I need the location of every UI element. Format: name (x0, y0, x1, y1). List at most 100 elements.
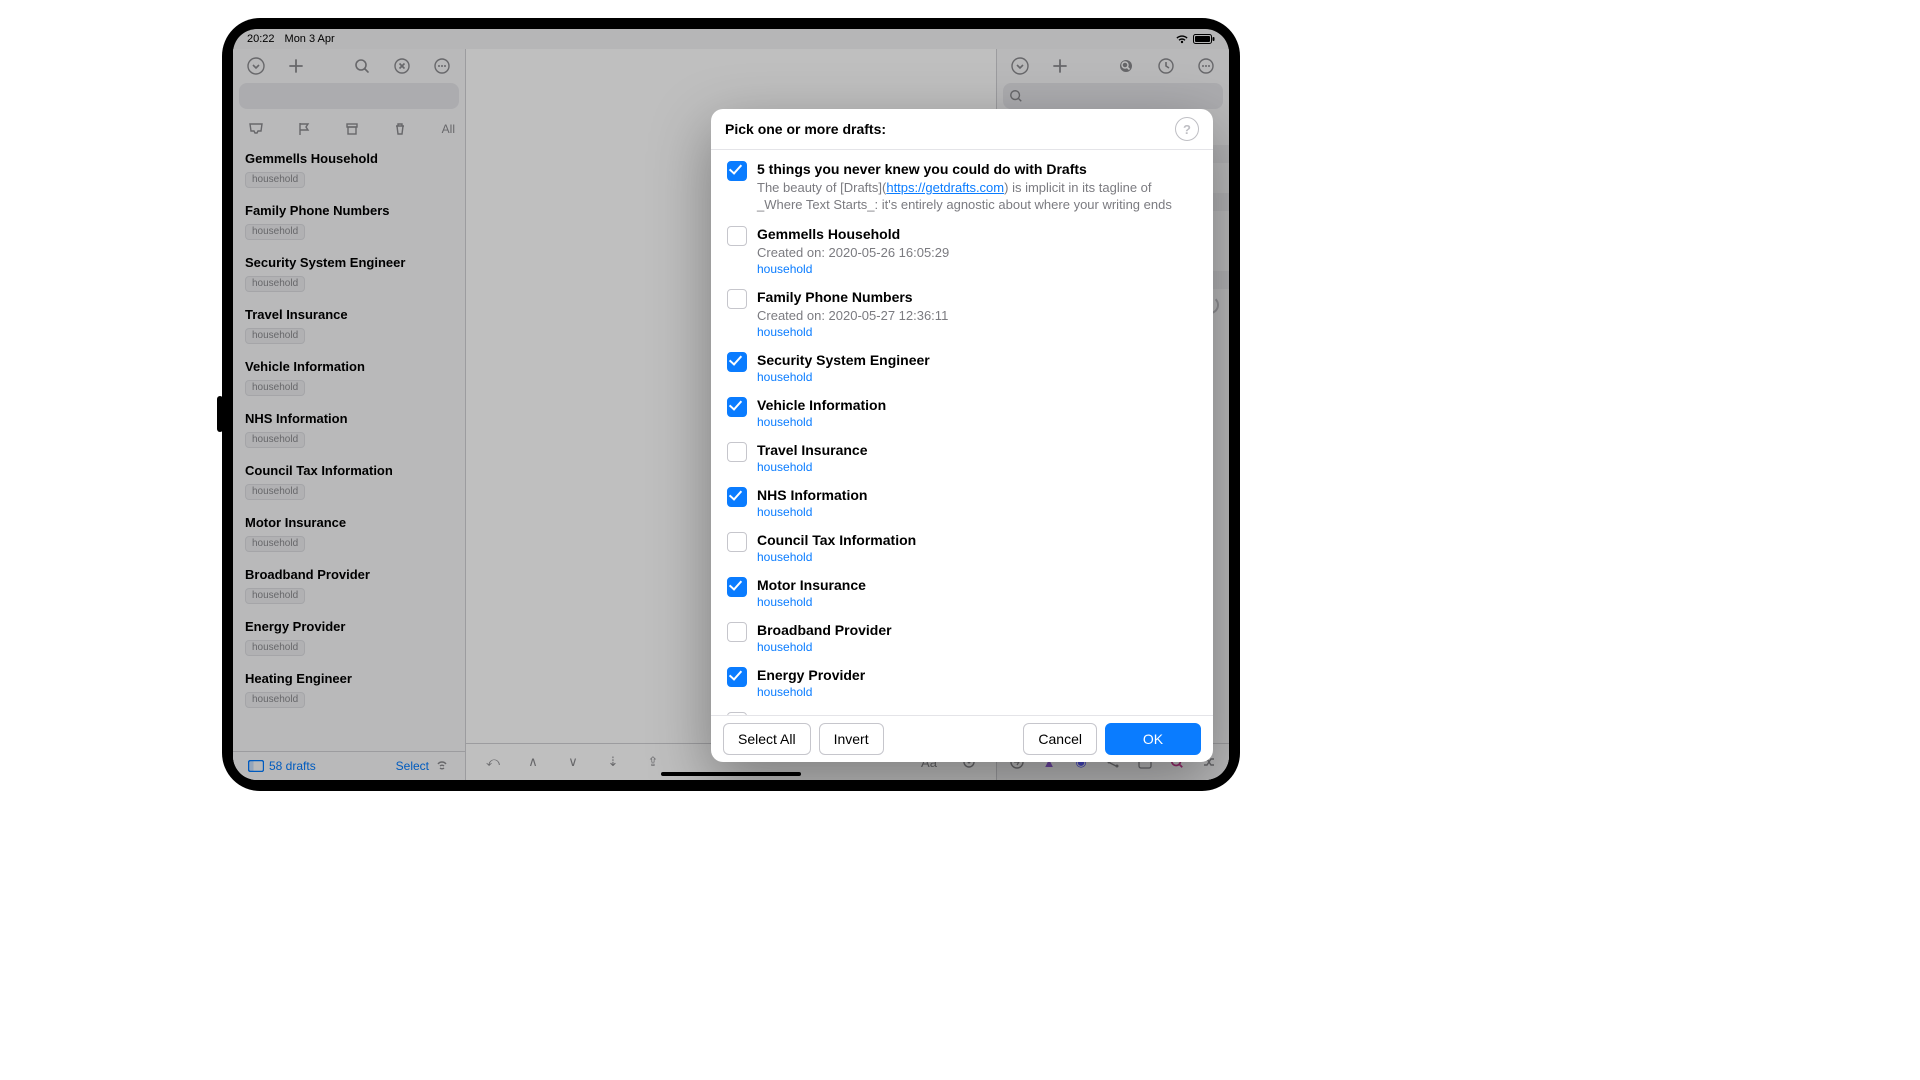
tag-pill: household (245, 380, 305, 396)
item-subtitle: Created on: 2020-05-26 16:05:29 (757, 244, 1197, 261)
checklist-item[interactable]: Energy Providerhousehold (711, 660, 1213, 705)
draft-list-item[interactable]: Gemmells Householdhousehold (233, 143, 465, 195)
draft-list-item[interactable]: Motor Insurance household (233, 507, 465, 559)
nav-up-icon[interactable]: ∧ (520, 749, 546, 775)
checklist-item[interactable]: Vehicle Informationhousehold (711, 390, 1213, 435)
item-tag: household (757, 550, 1197, 564)
checklist-item[interactable]: Council Tax Informationhousehold (711, 525, 1213, 570)
tag-pill: household (245, 432, 305, 448)
new-action-icon[interactable] (1047, 53, 1073, 79)
nav-down-icon[interactable]: ∨ (560, 749, 586, 775)
tag-filter-field[interactable] (239, 83, 459, 109)
invert-button[interactable]: Invert (819, 723, 884, 755)
checklist-item[interactable]: Heating Engineerhousehold (711, 705, 1213, 715)
draft-title: Council Tax Information (245, 463, 453, 478)
more-actions-icon[interactable] (1193, 53, 1219, 79)
checkbox[interactable] (727, 532, 747, 552)
description-link[interactable]: https://getdrafts.com (886, 180, 1004, 195)
draft-list-item[interactable]: Vehicle Information household (233, 351, 465, 403)
checklist-item[interactable]: Motor Insurancehousehold (711, 570, 1213, 615)
tag-pill: household (245, 536, 305, 552)
item-title: Council Tax Information (757, 531, 1197, 549)
draft-list-item[interactable]: NHS Informationhousehold (233, 403, 465, 455)
move-down-icon[interactable]: ⇣ (600, 749, 626, 775)
draft-title: Family Phone Numbers (245, 203, 453, 218)
tag-pill: household (245, 640, 305, 656)
clear-icon[interactable] (389, 53, 415, 79)
actions-menu-icon[interactable] (1007, 53, 1033, 79)
tag-pill: household (245, 224, 305, 240)
checkbox[interactable] (727, 577, 747, 597)
checklist-item[interactable]: Gemmells HouseholdCreated on: 2020-05-26… (711, 219, 1213, 282)
draft-title: Broadband Provider (245, 567, 453, 582)
tag-pill: household (245, 172, 305, 188)
checklist-item[interactable]: NHS Informationhousehold (711, 480, 1213, 525)
item-tag: household (757, 325, 1197, 339)
checklist-item[interactable]: Travel Insurancehousehold (711, 435, 1213, 480)
draft-title: Energy Provider (245, 619, 453, 634)
select-button[interactable]: Select (396, 759, 429, 773)
link-icon[interactable] (429, 753, 455, 779)
ok-button[interactable]: OK (1105, 723, 1201, 755)
search-actions-icon[interactable] (1113, 53, 1139, 79)
inbox-icon[interactable] (243, 116, 269, 142)
trash-icon[interactable] (387, 116, 413, 142)
checkbox[interactable] (727, 226, 747, 246)
checkbox[interactable] (727, 161, 747, 181)
search-icon[interactable] (349, 53, 375, 79)
filter-all-label[interactable]: All (442, 122, 455, 136)
draft-list-item[interactable]: Travel Insurance household (233, 299, 465, 351)
actions-search-field[interactable] (1003, 83, 1223, 109)
checkbox[interactable] (727, 712, 747, 715)
sidebar-toggle-icon[interactable] (243, 753, 269, 779)
wifi-icon (1175, 34, 1189, 44)
draft-list-item[interactable]: Heating Engineerhousehold (233, 663, 465, 715)
item-title: 5 things you never knew you could do wit… (757, 160, 1197, 178)
checkbox[interactable] (727, 442, 747, 462)
draft-title: Travel Insurance (245, 307, 453, 322)
drafts-sidebar: All Gemmells HouseholdhouseholdFamily Ph… (233, 49, 466, 780)
checkbox[interactable] (727, 397, 747, 417)
item-title: Gemmells Household (757, 225, 1197, 243)
archive-icon[interactable] (339, 116, 365, 142)
checklist-item[interactable]: Family Phone NumbersCreated on: 2020-05-… (711, 282, 1213, 345)
tag-pill: household (245, 328, 305, 344)
draft-title: Motor Insurance (245, 515, 453, 530)
draft-list-item[interactable]: Energy Provider household (233, 611, 465, 663)
item-tag: household (757, 505, 1197, 519)
tag-pill: household (245, 276, 305, 292)
checkbox[interactable] (727, 667, 747, 687)
item-title: NHS Information (757, 486, 1197, 504)
checkbox[interactable] (727, 352, 747, 372)
item-title: Security System Engineer (757, 351, 1197, 369)
checkbox[interactable] (727, 289, 747, 309)
draft-list-item[interactable]: Council Tax Informationhousehold (233, 455, 465, 507)
history-icon[interactable] (1153, 53, 1179, 79)
item-subtitle: Created on: 2020-05-27 12:36:11 (757, 307, 1197, 324)
checkbox[interactable] (727, 622, 747, 642)
undo-icon[interactable]: ⤺ (480, 749, 506, 775)
checklist-item[interactable]: 5 things you never knew you could do wit… (711, 154, 1213, 219)
draft-title: Vehicle Information (245, 359, 453, 374)
checkbox[interactable] (727, 487, 747, 507)
draft-list-item[interactable]: Family Phone Numbers household (233, 195, 465, 247)
help-icon[interactable]: ? (1175, 117, 1199, 141)
home-indicator[interactable] (661, 772, 801, 776)
new-draft-icon[interactable] (283, 53, 309, 79)
checklist-item[interactable]: Security System Engineerhousehold (711, 345, 1213, 390)
battery-icon (1193, 34, 1215, 44)
checklist-item[interactable]: Broadband Providerhousehold (711, 615, 1213, 660)
item-title: Travel Insurance (757, 441, 1197, 459)
draft-count: 58 drafts (269, 759, 316, 773)
more-icon[interactable] (429, 53, 455, 79)
draft-title: Heating Engineer (245, 671, 453, 686)
cancel-button[interactable]: Cancel (1023, 723, 1097, 755)
draft-list-item[interactable]: Broadband Providerhousehold (233, 559, 465, 611)
item-tag: household (757, 460, 1197, 474)
flag-icon[interactable] (291, 116, 317, 142)
draft-list-item[interactable]: Security System Engineerhousehold (233, 247, 465, 299)
select-all-button[interactable]: Select All (723, 723, 811, 755)
status-time: 20:22 (247, 33, 275, 45)
status-bar: 20:22 Mon 3 Apr (233, 29, 1229, 49)
workspace-menu-icon[interactable] (243, 53, 269, 79)
